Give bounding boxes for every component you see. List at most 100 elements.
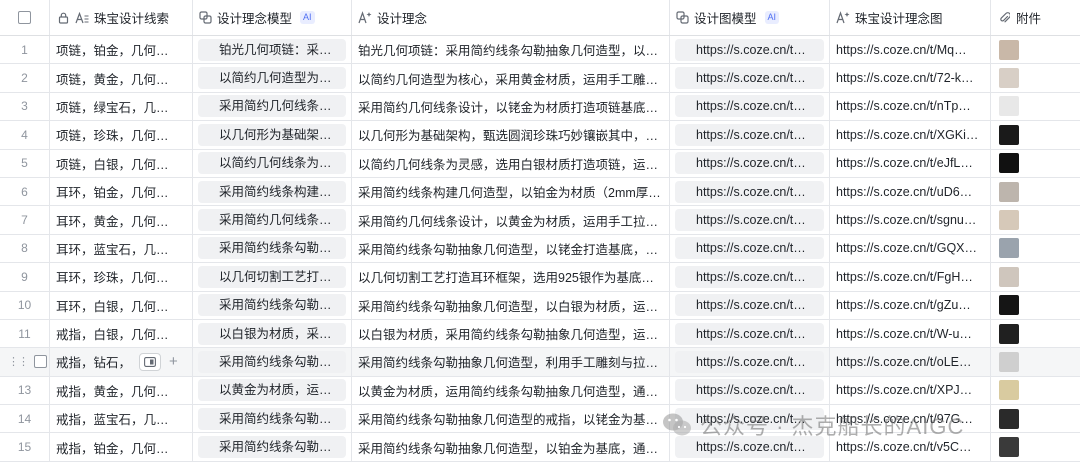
attachment-thumbnail[interactable] xyxy=(999,124,1019,145)
concept-image-link[interactable]: https://s.coze.cn/t/uD6… xyxy=(836,185,984,199)
attachment-thumbnail[interactable] xyxy=(999,153,1019,174)
concept-image-link[interactable]: https://s.coze.cn/t/v5C… xyxy=(836,440,984,454)
concept-model-cell[interactable]: 以简约几何线条为… xyxy=(193,149,352,177)
concept-image-cell[interactable]: https://s.coze.cn/t/XGKi… xyxy=(830,121,991,149)
attachment-cell[interactable] xyxy=(991,150,1080,177)
concept-image-link[interactable]: https://s.coze.cn/t/XPJ… xyxy=(836,383,984,397)
concept-image-cell[interactable]: https://s.coze.cn/t/sgnu… xyxy=(830,206,991,234)
clue-cell[interactable]: 项链，绿宝石，几… xyxy=(50,92,193,121)
concept-image-link[interactable]: https://s.coze.cn/t/97G… xyxy=(836,412,984,426)
clue-cell[interactable]: 戒指，蓝宝石，几… xyxy=(50,405,193,433)
concept-image-cell[interactable]: https://s.coze.cn/t/oLE… xyxy=(830,348,991,376)
concept-model-cell[interactable]: 以几何切割工艺打… xyxy=(193,263,352,291)
concept-cell[interactable]: 采用简约线条勾勒抽象几何造型的戒指，以铑金为基… xyxy=(352,405,670,433)
attachment-cell[interactable] xyxy=(991,377,1080,404)
table-row[interactable]: 7 耳环，黄金，几何… 采用简约几何线条… 采用简约几何线条设计，以黄金为材质，运用手… xyxy=(0,206,1080,235)
concept-image-cell[interactable]: https://s.coze.cn/t/97G… xyxy=(830,405,991,433)
attachment-thumbnail[interactable] xyxy=(999,96,1019,117)
clue-cell[interactable]: 项链，珍珠，几何… xyxy=(50,121,193,149)
image-model-cell[interactable]: https://s.coze.cn/t… xyxy=(670,177,830,206)
clue-cell[interactable]: 戒指，黄金，几何… xyxy=(50,376,193,405)
row-checkbox[interactable] xyxy=(34,355,47,369)
concept-model-chip[interactable]: 以几何形为基础架… xyxy=(198,123,346,146)
concept-model-cell[interactable]: 采用简约线条勾勒… xyxy=(193,405,352,433)
table-row[interactable]: 2 项链，黄金，几何… 以简约几何造型为… 以简约几何造型为核心，采用黄金材质，运用手… xyxy=(0,64,1080,93)
attachment-thumbnail[interactable] xyxy=(999,380,1019,401)
image-model-cell[interactable]: https://s.coze.cn/t… xyxy=(670,121,830,149)
add-row-button[interactable]: + xyxy=(169,354,178,369)
select-all-cell[interactable] xyxy=(0,0,50,35)
table-row[interactable]: 6 耳环，铂金，几何… 采用简约线条构建… 采用简约线条构建几何造型，以铂金为材质（2… xyxy=(0,177,1080,207)
attachment-cell[interactable] xyxy=(991,263,1080,290)
attachment-thumbnail[interactable] xyxy=(999,210,1019,231)
concept-cell[interactable]: 采用简约几何线条设计，以铑金为材质打造项链基底… xyxy=(352,92,670,121)
clue-cell[interactable]: 戒指，白银，几何… xyxy=(50,319,193,348)
concept-model-chip[interactable]: 采用简约线条构建… xyxy=(198,180,346,203)
clue-cell[interactable]: 戒指，钻石， + xyxy=(50,348,193,376)
clue-cell[interactable]: 戒指，铂金，几何… xyxy=(50,433,193,461)
image-model-cell[interactable]: https://s.coze.cn/t… xyxy=(670,234,830,263)
image-model-chip[interactable]: https://s.coze.cn/t… xyxy=(675,123,824,146)
image-model-cell[interactable]: https://s.coze.cn/t… xyxy=(670,92,830,121)
concept-image-cell[interactable]: https://s.coze.cn/t/nTp… xyxy=(830,92,991,121)
concept-model-cell[interactable]: 采用简约几何线条… xyxy=(193,206,352,234)
table-row[interactable]: 1 项链，铂金，几何… 铂光几何项链：采… 铂光几何项链：采用简约线条勾勒抽象几何造型… xyxy=(0,36,1080,65)
concept-model-cell[interactable]: 采用简约几何线条… xyxy=(193,92,352,121)
concept-model-chip[interactable]: 采用简约线条勾勒… xyxy=(198,294,346,317)
image-model-chip[interactable]: https://s.coze.cn/t… xyxy=(675,152,824,175)
image-model-chip[interactable]: https://s.coze.cn/t… xyxy=(675,350,824,373)
image-model-cell[interactable]: https://s.coze.cn/t… xyxy=(670,376,830,405)
concept-model-chip[interactable]: 采用简约线条勾勒… xyxy=(198,237,346,260)
concept-model-cell[interactable]: 以黄金为材质，运… xyxy=(193,376,352,405)
concept-model-cell[interactable]: 采用简约线条勾勒… xyxy=(193,291,352,319)
concept-image-link[interactable]: https://s.coze.cn/t/XGKi… xyxy=(836,128,984,142)
image-model-cell[interactable]: https://s.coze.cn/t… xyxy=(670,36,830,64)
concept-model-cell[interactable]: 采用简约线条勾勒… xyxy=(193,234,352,263)
concept-image-cell[interactable]: https://s.coze.cn/t/W-u… xyxy=(830,319,991,348)
table-row[interactable]: 11 戒指，白银，几何… 以白银为材质，采… 以白银为材质，采用简约线条勾勒抽象几何造… xyxy=(0,319,1080,349)
concept-image-cell[interactable]: https://s.coze.cn/t/gZu… xyxy=(830,291,991,319)
attachment-cell[interactable] xyxy=(991,206,1080,233)
image-model-cell[interactable]: https://s.coze.cn/t… xyxy=(670,348,830,376)
concept-image-link[interactable]: https://s.coze.cn/t/oLE… xyxy=(836,355,984,369)
concept-model-cell[interactable]: 采用简约线条构建… xyxy=(193,177,352,206)
col-header-attachment[interactable]: 附件 xyxy=(991,0,1080,35)
concept-model-chip[interactable]: 采用简约几何线条… xyxy=(198,95,346,118)
col-header-clue[interactable]: 珠宝设计线索 xyxy=(50,0,193,35)
concept-model-cell[interactable]: 以白银为材质，采… xyxy=(193,319,352,348)
concept-cell[interactable]: 以黄金为材质，运用简约线条勾勒抽象几何造型，通… xyxy=(352,376,670,405)
col-header-concept-image[interactable]: 珠宝设计理念图 xyxy=(830,0,991,35)
concept-model-cell[interactable]: 以几何形为基础架… xyxy=(193,121,352,149)
image-model-cell[interactable]: https://s.coze.cn/t… xyxy=(670,263,830,291)
concept-image-link[interactable]: https://s.coze.cn/t/eJfL… xyxy=(836,156,984,170)
image-model-chip[interactable]: https://s.coze.cn/t… xyxy=(675,67,824,90)
concept-image-link[interactable]: https://s.coze.cn/t/GQX… xyxy=(836,241,984,255)
image-model-cell[interactable]: https://s.coze.cn/t… xyxy=(670,206,830,234)
concept-model-chip[interactable]: 以几何切割工艺打… xyxy=(198,265,346,288)
attachment-cell[interactable] xyxy=(991,36,1080,63)
clue-cell[interactable]: 项链，白银，几何… xyxy=(50,149,193,177)
table-row[interactable]: 5 项链，白银，几何… 以简约几何线条为… 以简约几何线条为灵感，选用白银材质打造项链… xyxy=(0,149,1080,178)
col-header-concept[interactable]: 设计理念 xyxy=(352,0,670,35)
image-model-cell[interactable]: https://s.coze.cn/t… xyxy=(670,149,830,177)
concept-image-cell[interactable]: https://s.coze.cn/t/Mq… xyxy=(830,36,991,64)
attachment-cell[interactable] xyxy=(991,93,1080,120)
concept-image-cell[interactable]: https://s.coze.cn/t/GQX… xyxy=(830,234,991,263)
clue-cell[interactable]: 耳环，铂金，几何… xyxy=(50,177,193,206)
image-model-chip[interactable]: https://s.coze.cn/t… xyxy=(675,237,824,260)
image-model-cell[interactable]: https://s.coze.cn/t… xyxy=(670,291,830,319)
concept-model-chip[interactable]: 以白银为材质，采… xyxy=(198,322,346,345)
attachment-thumbnail[interactable] xyxy=(999,181,1019,202)
image-model-chip[interactable]: https://s.coze.cn/t… xyxy=(675,38,824,61)
clue-cell[interactable]: 耳环，黄金，几何… xyxy=(50,206,193,234)
concept-cell[interactable]: 采用简约线条勾勒抽象几何造型，以白银为材质，运… xyxy=(352,291,670,319)
concept-image-cell[interactable]: https://s.coze.cn/t/72-k… xyxy=(830,64,991,92)
concept-cell[interactable]: 采用简约几何线条设计，以黄金为材质，运用手工拉… xyxy=(352,206,670,234)
attachment-cell[interactable] xyxy=(991,292,1080,319)
concept-image-link[interactable]: https://s.coze.cn/t/Mq… xyxy=(836,43,984,57)
concept-image-link[interactable]: https://s.coze.cn/t/nTp… xyxy=(836,99,984,113)
concept-image-cell[interactable]: https://s.coze.cn/t/eJfL… xyxy=(830,149,991,177)
concept-cell[interactable]: 采用简约线条勾勒抽象几何造型，以铑金打造基底，… xyxy=(352,234,670,263)
attachment-thumbnail[interactable] xyxy=(999,408,1019,429)
concept-cell[interactable]: 采用简约线条勾勒抽象几何造型，利用手工雕刻与拉… xyxy=(352,348,670,376)
